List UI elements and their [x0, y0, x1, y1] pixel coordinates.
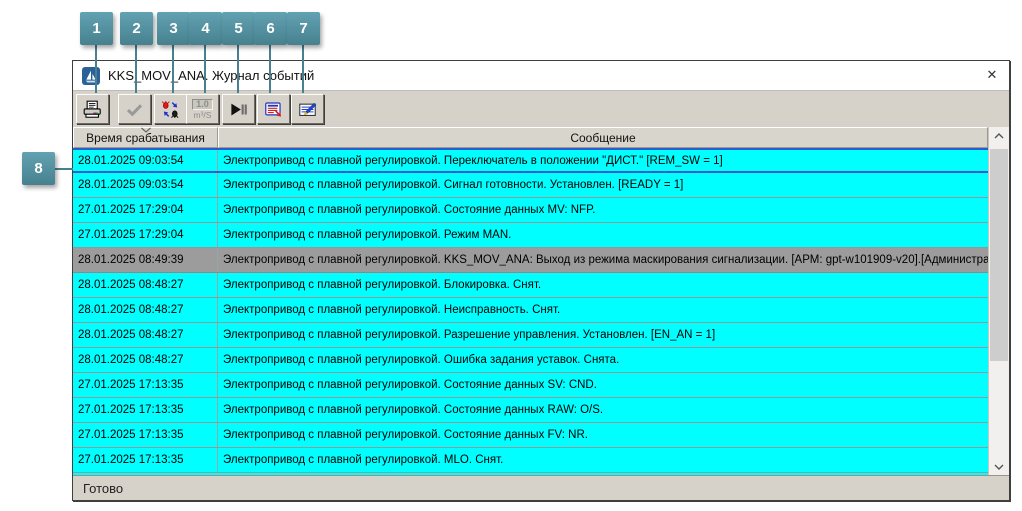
event-table: Время срабатывания Сообщение 28.01.2025 …: [73, 127, 1009, 476]
column-header-time[interactable]: Время срабатывания: [73, 127, 218, 148]
row-message: Электропривод с плавной регулировкой. KK…: [223, 254, 988, 266]
table-row[interactable]: 27.01.2025 17:13:35 Электропривод с плавн…: [73, 373, 988, 398]
row-time: 28.01.2025 08:48:27: [73, 298, 218, 322]
row-time: 27.01.2025 17:13:35: [73, 373, 218, 397]
scroll-up-button[interactable]: [989, 127, 1009, 144]
column-header-message[interactable]: Сообщение: [218, 127, 988, 148]
close-icon[interactable]: ✕: [981, 64, 1003, 86]
row-message: Электропривод с плавной регулировкой. Со…: [223, 379, 597, 391]
toolbar: 1.0 m³/S: [73, 91, 1009, 127]
row-message: Электропривод с плавной регулировкой. Ош…: [223, 354, 620, 366]
table-row[interactable]: 28.01.2025 08:49:39 Электропривод с плавн…: [73, 248, 988, 273]
callout-line-2: [135, 45, 137, 93]
row-message: Электропривод с плавной регулировкой. Ре…: [223, 229, 512, 241]
row-message: Электропривод с плавной регулировкой. Со…: [223, 204, 596, 216]
callout-badge-4: 4: [189, 12, 222, 45]
table-row[interactable]: 28.01.2025 09:03:54 Электропривод с плавн…: [73, 148, 988, 173]
callout-line-6: [269, 45, 271, 93]
row-time: 28.01.2025 09:03:54: [73, 150, 218, 171]
units-icon: 1.0 m³/S: [192, 98, 213, 120]
table-body: 28.01.2025 09:03:54 Электропривод с плавн…: [73, 148, 988, 473]
annotated-screenshot: 1 2 3 4 5 6 7 8 KKS_MOV_ANA. Журнал собы…: [0, 0, 1022, 511]
column-header-message-label: Сообщение: [570, 130, 636, 145]
row-time: 27.01.2025 17:29:04: [73, 198, 218, 222]
table-row[interactable]: 28.01.2025 08:48:27 Электропривод с плавн…: [73, 348, 988, 373]
table-row[interactable]: 28.01.2025 08:48:27 Электропривод с плавн…: [73, 323, 988, 348]
statusbar: Готово: [73, 475, 1009, 500]
row-time: 28.01.2025 08:48:27: [73, 323, 218, 347]
row-time: 27.01.2025 17:13:35: [73, 423, 218, 447]
units-display-button[interactable]: 1.0 m³/S: [186, 94, 219, 124]
callout-badge-7: 7: [287, 12, 320, 45]
row-time: 28.01.2025 08:48:27: [73, 348, 218, 372]
units-value: 1.0: [192, 98, 213, 110]
row-time: 27.01.2025 17:13:35: [73, 448, 218, 472]
event-log-window: KKS_MOV_ANA. Журнал событий ✕ 1.0 m³/S В…: [72, 60, 1010, 501]
callout-line-8: [55, 168, 73, 170]
row-message: Электропривод с плавной регулировкой. Со…: [223, 404, 604, 416]
row-message: Электропривод с плавной регулировкой. Не…: [223, 304, 561, 316]
table-row[interactable]: 28.01.2025 08:48:27 Электропривод с плавн…: [73, 273, 988, 298]
window-title: KKS_MOV_ANA. Журнал событий: [108, 68, 315, 83]
callout-line-7: [302, 45, 304, 93]
table-row[interactable]: 27.01.2025 17:29:04 Электропривод с плавн…: [73, 198, 988, 223]
units-unit: m³/S: [193, 109, 212, 120]
callout-line-4: [204, 45, 206, 93]
row-time: 28.01.2025 09:03:54: [73, 173, 218, 197]
sort-indicator-icon: [140, 127, 151, 133]
chevron-up-icon: [994, 132, 1004, 138]
acknowledge-button[interactable]: [118, 94, 151, 124]
scrollbar-thumb[interactable]: [990, 149, 1008, 361]
check-icon: [126, 103, 143, 116]
scroll-down-button[interactable]: [989, 458, 1009, 475]
alarm-switch-icon: [161, 100, 179, 118]
callout-badge-2: 2: [120, 12, 153, 45]
vertical-scrollbar[interactable]: [988, 127, 1009, 475]
callout-badge-1: 1: [80, 12, 113, 45]
print-button[interactable]: [76, 94, 109, 124]
sailboat-logo-icon: [82, 66, 100, 85]
table-row[interactable]: 28.01.2025 09:03:54 Электропривод с плавн…: [73, 173, 988, 198]
table-row[interactable]: 27.01.2025 17:29:04 Электропривод с плавн…: [73, 223, 988, 248]
callout-badge-6: 6: [254, 12, 287, 45]
list-arrow-icon: [265, 101, 282, 117]
status-text: Готово: [83, 480, 124, 496]
row-time: 27.01.2025 17:29:04: [73, 223, 218, 247]
edit-note-button[interactable]: [291, 94, 324, 124]
row-time: 28.01.2025 08:48:27: [73, 273, 218, 297]
callout-badge-3: 3: [157, 12, 190, 45]
callout-badge-8: 8: [22, 152, 55, 185]
titlebar[interactable]: KKS_MOV_ANA. Журнал событий ✕: [73, 61, 1009, 91]
row-message: Электропривод с плавной регулировкой. Си…: [223, 179, 684, 191]
row-message: Электропривод с плавной регулировкой. Со…: [223, 429, 588, 441]
play-pause-icon: [231, 103, 247, 115]
table-row[interactable]: 27.01.2025 17:13:35 Электропривод с плавн…: [73, 398, 988, 423]
row-time: 28.01.2025 08:49:39: [73, 248, 218, 272]
callout-line-5: [237, 45, 239, 93]
chevron-down-icon: [994, 464, 1004, 470]
row-message: Электропривод с плавной регулировкой. Ра…: [223, 329, 716, 341]
row-message: Электропривод с плавной регулировкой. Бл…: [223, 279, 542, 291]
callout-line-3: [172, 45, 174, 93]
callout-line-1: [95, 45, 97, 93]
table-row[interactable]: 27.01.2025 17:13:35 Электропривод с плавн…: [73, 448, 988, 473]
table-row[interactable]: 27.01.2025 17:13:35 Электропривод с плавн…: [73, 423, 988, 448]
table-row[interactable]: 28.01.2025 08:48:27 Электропривод с плавн…: [73, 298, 988, 323]
event-list-export-button[interactable]: [257, 94, 290, 124]
callout-badge-5: 5: [222, 12, 255, 45]
row-time: 27.01.2025 17:13:35: [73, 398, 218, 422]
edit-pencil-icon: [299, 102, 317, 116]
run-pause-button[interactable]: [222, 94, 255, 124]
alarm-switch-button[interactable]: [154, 94, 187, 124]
row-message: Электропривод с плавной регулировкой. Пе…: [223, 154, 723, 167]
row-message: Электропривод с плавной регулировкой. ML…: [223, 454, 504, 466]
printer-icon: [83, 100, 101, 118]
table-header: Время срабатывания Сообщение: [73, 127, 988, 148]
